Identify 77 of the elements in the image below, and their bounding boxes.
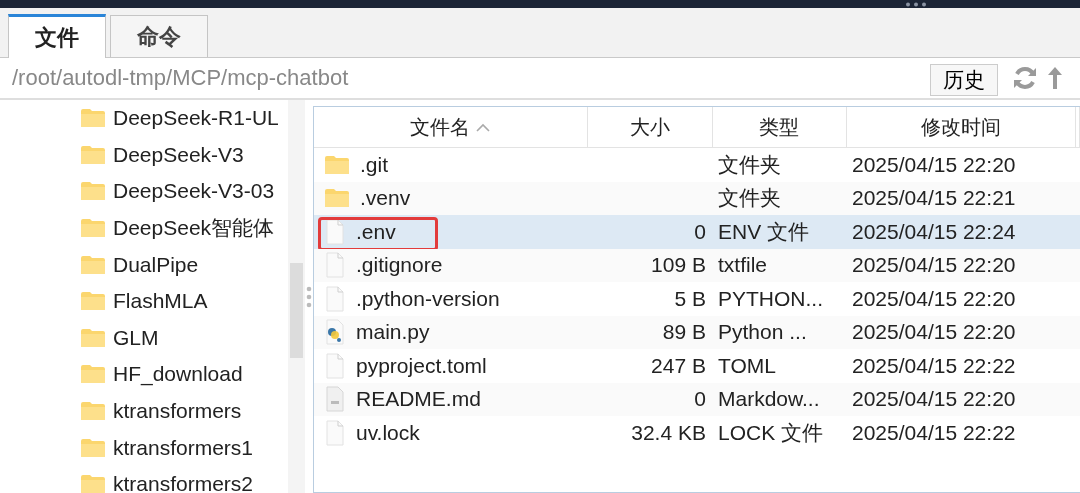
column-header[interactable]: 大小 [629,113,670,141]
scrollbar-thumb[interactable] [290,263,303,358]
folder-icon [80,181,106,202]
file-name[interactable]: uv.lock [356,420,420,445]
document-icon [324,386,346,413]
tab[interactable]: 文件 [8,14,106,58]
column-header[interactable]: 修改时间 [920,113,1001,141]
file-type: Python ... [718,320,807,344]
folder-name[interactable]: ktransformers1 [113,435,254,460]
folder-icon [80,218,106,239]
folder-icon [324,188,350,209]
folder-icon [80,327,106,348]
folder-name[interactable]: GLM [113,325,159,350]
file-type: LOCK 文件 [718,420,824,444]
file-type: ENV 文件 [718,219,809,243]
file-size: 89 B [662,320,706,344]
column-header[interactable]: 文件名 [410,113,471,141]
modified-time: 2025/04/15 22:20 [852,387,1016,411]
folder-name[interactable]: ktransformers [113,399,242,424]
path-text: /root/autodl-tmp/MCP/mcp-chatbot [12,65,350,91]
file-size: 109 B [651,253,706,277]
file-size: 5 B [674,286,706,310]
modified-time: 2025/04/15 22:20 [852,286,1016,310]
up-arrow-icon[interactable] [1046,65,1064,91]
python-file-icon [324,319,346,346]
folder-icon [80,364,106,385]
folder-icon [80,254,106,275]
refresh-icon[interactable] [1012,65,1038,91]
file-type: txtfile [718,253,767,277]
file-size: 32.4 KB [631,420,706,444]
tab[interactable]: 命令 [110,15,208,57]
folder-name[interactable]: DeepSeek-V3 [113,142,244,167]
folder-icon [80,474,106,493]
folder-icon [80,401,106,422]
file-size: 247 B [651,353,706,377]
folder-name[interactable]: DeepSeek-R1-UL [113,106,279,131]
folder-icon [80,291,106,312]
folder-icon [80,144,106,165]
folder-icon [324,154,350,175]
modified-time: 2025/04/15 22:21 [852,186,1016,210]
file-type: 文件夹 [718,152,781,176]
sort-ascending-icon[interactable] [476,122,491,132]
folder-name[interactable]: FlashMLA [113,289,208,314]
modified-time: 2025/04/15 22:22 [852,420,1016,444]
file-name[interactable]: .venv [360,186,411,211]
file-icon [324,285,346,312]
folder-name[interactable]: DeepSeek-V3-03 [113,179,275,204]
folder-icon [80,437,106,458]
history-button[interactable]: 历史 [930,64,998,96]
file-type: 文件夹 [718,186,781,210]
folder-name[interactable]: HF_download [113,362,243,387]
modified-time: 2025/04/15 22:20 [852,320,1016,344]
folder-name[interactable]: DualPipe [113,252,199,277]
file-size: 0 [694,387,706,411]
file-name[interactable]: main.py [356,320,430,345]
file-icon [324,419,346,446]
folder-name[interactable]: DeepSeek智能体 [113,214,275,243]
drag-handle-icon[interactable] [905,2,927,7]
file-type: TOML [718,353,776,377]
file-icon [324,352,346,379]
folder-icon [80,108,106,129]
file-name[interactable]: pyproject.toml [356,353,487,378]
file-name[interactable]: .python-version [356,286,500,311]
modified-time: 2025/04/15 22:20 [852,253,1016,277]
file-type: PYTHON... [718,286,823,310]
file-name[interactable]: .git [360,152,388,177]
file-icon [324,252,346,279]
modified-time: 2025/04/15 22:24 [852,219,1016,243]
splitter-handle-icon[interactable] [306,284,312,309]
modified-time: 2025/04/15 22:20 [852,152,1016,176]
folder-name[interactable]: ktransformers2 [113,472,254,493]
file-icon [324,218,346,245]
file-size: 0 [694,219,706,243]
file-type: Markdow... [718,387,820,411]
file-name[interactable]: .env [356,219,396,244]
column-header[interactable]: 类型 [759,113,799,141]
modified-time: 2025/04/15 22:22 [852,353,1016,377]
